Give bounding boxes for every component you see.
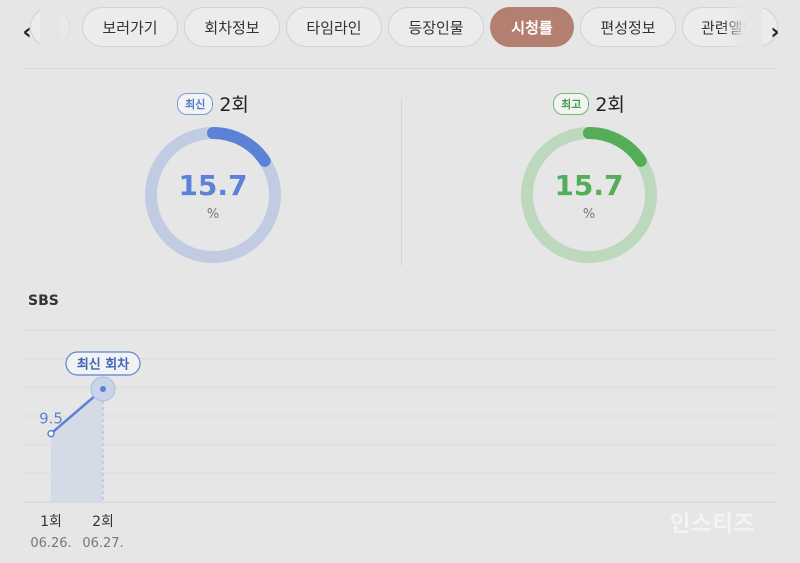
latest-badge: 최신 xyxy=(177,92,214,115)
tab-fade-left xyxy=(40,0,80,60)
latest-rating-header: 최신 2회 xyxy=(113,90,313,117)
tab-list: 보러가기 회차정보 타임라인 등장인물 시청률 편성정보 관련앨범 xyxy=(0,0,800,60)
chevron-left-icon[interactable]: ‹ xyxy=(12,14,42,50)
tab-timeline[interactable]: 타임라인 xyxy=(286,7,382,47)
tab-ratings[interactable]: 시청률 xyxy=(490,7,574,47)
gauge-divider xyxy=(401,98,402,266)
highest-ring: 15.7 % xyxy=(521,127,657,263)
latest-episode: 2회 xyxy=(219,94,249,116)
tab-episode-info[interactable]: 회차정보 xyxy=(184,7,280,47)
x-date-label: 06.26. xyxy=(30,536,71,551)
x-tick-label: 1회 xyxy=(40,514,62,530)
highest-badge: 최고 xyxy=(553,92,590,115)
data-label: 9.5 xyxy=(39,410,63,428)
series-area xyxy=(51,388,103,502)
tab-characters[interactable]: 등장인물 xyxy=(388,7,484,47)
highest-rating-value: 15.7 xyxy=(554,169,624,202)
latest-callout-label: 최신 회차 xyxy=(77,357,129,373)
highest-rating-header: 최고 2회 xyxy=(489,90,689,117)
highest-rating-gauge: 최고 2회 15.7 % xyxy=(489,85,689,275)
latest-ring: 15.7 % xyxy=(145,127,281,263)
divider xyxy=(24,68,776,69)
latest-rating-unit: % xyxy=(206,207,220,222)
tab-schedule[interactable]: 편성정보 xyxy=(580,7,676,47)
latest-rating-value: 15.7 xyxy=(178,169,248,202)
x-tick-label: 2회 xyxy=(92,514,114,530)
channel-label: SBS xyxy=(28,293,59,309)
latest-rating-gauge: 최신 2회 15.7 % xyxy=(113,85,313,275)
tab-watch[interactable]: 보러가기 xyxy=(82,7,178,47)
data-point xyxy=(47,429,55,438)
watermark: 인스티즈 xyxy=(670,512,755,537)
x-date-label: 06.27. xyxy=(82,536,123,551)
highest-rating-unit: % xyxy=(582,207,596,222)
chevron-right-icon[interactable]: › xyxy=(760,14,790,50)
data-point xyxy=(100,385,106,392)
tab-bar: 보러가기 회차정보 타임라인 등장인물 시청률 편성정보 관련앨범 ‹ › xyxy=(0,0,800,60)
tab-fade-right xyxy=(722,0,762,60)
highest-episode: 2회 xyxy=(595,94,625,116)
